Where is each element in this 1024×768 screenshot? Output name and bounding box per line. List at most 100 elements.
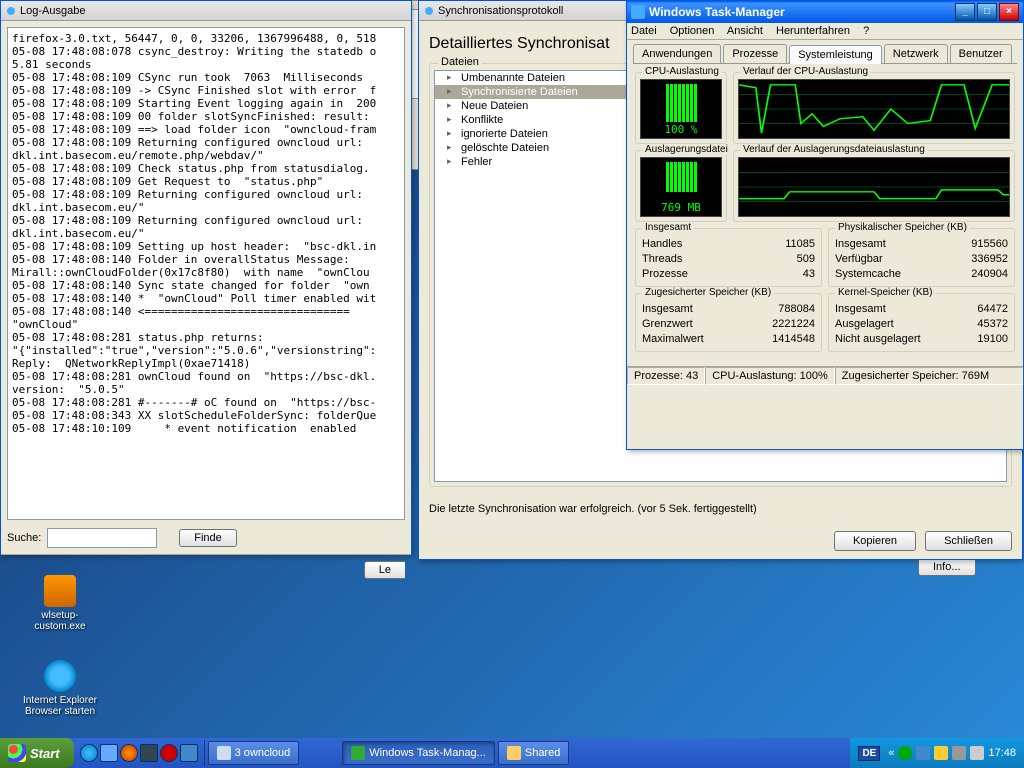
minimize-button[interactable]: _ bbox=[955, 3, 975, 21]
window-title: Synchronisationsprotokoll bbox=[438, 5, 563, 17]
ql-desktop-icon[interactable] bbox=[100, 744, 118, 762]
label: Insgesamt bbox=[835, 237, 886, 252]
tray-icon[interactable] bbox=[898, 746, 912, 760]
label: Insgesamt bbox=[642, 302, 693, 317]
label: Auslagerungsdatei bbox=[642, 144, 731, 155]
commit-box: Zugesicherter Speicher (KB) Insgesamt788… bbox=[635, 293, 822, 352]
value: 45372 bbox=[977, 317, 1008, 332]
label: Kernel-Speicher (KB) bbox=[835, 287, 935, 298]
value: 1414548 bbox=[772, 332, 815, 347]
taskbar: Start 3 owncloud Windows Task-Manag... S… bbox=[0, 738, 1024, 768]
language-indicator[interactable]: DE bbox=[858, 746, 880, 761]
label: Insgesamt bbox=[835, 302, 886, 317]
tray-icon[interactable] bbox=[916, 746, 930, 760]
tray-icon[interactable] bbox=[952, 746, 966, 760]
maximize-button[interactable]: □ bbox=[977, 3, 997, 21]
value: 336952 bbox=[971, 252, 1008, 267]
quick-launch bbox=[74, 740, 205, 766]
label: Shared bbox=[525, 747, 560, 759]
menu-options[interactable]: Optionen bbox=[670, 25, 715, 37]
label: Verlauf der CPU-Auslastung bbox=[740, 66, 871, 77]
status-processes: Prozesse: 43 bbox=[627, 367, 705, 385]
ie-icon bbox=[44, 660, 76, 692]
desktop-icon-label: Internet Explorer Browser starten bbox=[20, 695, 100, 717]
tab-bar: Anwendungen Prozesse Systemleistung Netz… bbox=[633, 44, 1017, 64]
folder-icon bbox=[507, 746, 521, 760]
taskmgr-icon bbox=[351, 746, 365, 760]
window-title: Windows Task-Manager bbox=[649, 5, 785, 19]
info-button[interactable]: Info... bbox=[918, 558, 976, 576]
label: Threads bbox=[642, 252, 682, 267]
tab-applications[interactable]: Anwendungen bbox=[633, 44, 721, 63]
label: Prozesse bbox=[642, 267, 688, 282]
value: 19100 bbox=[977, 332, 1008, 347]
value: 240904 bbox=[971, 267, 1008, 282]
titlebar[interactable]: Log-Ausgabe bbox=[1, 1, 411, 21]
tray-volume-icon[interactable] bbox=[970, 746, 984, 760]
totals-box: Insgesamt Handles11085 Threads509 Prozes… bbox=[635, 228, 822, 287]
taskbar-item-taskmgr[interactable]: Windows Task-Manag... bbox=[342, 741, 495, 765]
label: CPU-Auslastung bbox=[642, 66, 722, 77]
pagefile-value: 769 MB bbox=[641, 201, 721, 214]
label: Verlauf der Auslagerungsdateiauslastung bbox=[740, 144, 928, 155]
search-label: Suche: bbox=[7, 532, 41, 544]
tab-performance[interactable]: Systemleistung bbox=[789, 45, 882, 64]
tray-expand-icon[interactable]: « bbox=[888, 747, 894, 759]
menu-view[interactable]: Ansicht bbox=[727, 25, 763, 37]
value: 43 bbox=[803, 267, 815, 282]
tray-icon[interactable] bbox=[934, 746, 948, 760]
groupbox-legend: Dateien bbox=[438, 56, 482, 68]
kernel-box: Kernel-Speicher (KB) Insgesamt64472 Ausg… bbox=[828, 293, 1015, 352]
label: Insgesamt bbox=[642, 222, 694, 233]
status-memory: Zugesicherter Speicher: 769M bbox=[835, 367, 1023, 385]
start-button[interactable]: Start bbox=[0, 738, 74, 768]
taskbar-item-shared[interactable]: Shared bbox=[498, 741, 569, 765]
label: Systemcache bbox=[835, 267, 901, 282]
window-title: Log-Ausgabe bbox=[20, 5, 85, 17]
label: 3 owncloud bbox=[235, 747, 291, 759]
menu-help[interactable]: ? bbox=[863, 25, 869, 37]
menu-file[interactable]: Datei bbox=[631, 25, 657, 37]
value: 2221224 bbox=[772, 317, 815, 332]
physmem-box: Physikalischer Speicher (KB) Insgesamt91… bbox=[828, 228, 1015, 287]
label: Zugesicherter Speicher (KB) bbox=[642, 287, 774, 298]
start-label: Start bbox=[30, 746, 60, 761]
value: 11085 bbox=[785, 237, 815, 252]
value: 915560 bbox=[971, 237, 1008, 252]
menu-shutdown[interactable]: Herunterfahren bbox=[776, 25, 850, 37]
log-window: Log-Ausgabe firefox-3.0.txt, 56447, 0, 0… bbox=[0, 0, 412, 555]
label: Ausgelagert bbox=[835, 317, 894, 332]
tab-network[interactable]: Netzwerk bbox=[884, 44, 948, 63]
close-button[interactable]: × bbox=[999, 3, 1019, 21]
copy-button[interactable]: Kopieren bbox=[834, 531, 916, 551]
value: 509 bbox=[797, 252, 815, 267]
titlebar[interactable]: Windows Task-Manager _ □ × bbox=[627, 1, 1023, 23]
status-cpu: CPU-Auslastung: 100% bbox=[705, 367, 835, 385]
label: Maximalwert bbox=[642, 332, 704, 347]
task-manager-window: Windows Task-Manager _ □ × Datei Optione… bbox=[626, 0, 1024, 450]
ql-ie-icon[interactable] bbox=[80, 744, 98, 762]
label: Nicht ausgelagert bbox=[835, 332, 921, 347]
desktop-icon-ie[interactable]: Internet Explorer Browser starten bbox=[20, 660, 100, 717]
ql-db-icon[interactable] bbox=[140, 744, 158, 762]
cpu-history-graph bbox=[738, 79, 1010, 139]
label: Grenzwert bbox=[642, 317, 693, 332]
le-button[interactable]: Le bbox=[364, 561, 405, 579]
ql-firefox-icon[interactable] bbox=[120, 744, 138, 762]
label: Physikalischer Speicher (KB) bbox=[835, 222, 970, 233]
sync-status-text: Die letzte Synchronisation war erfolgrei… bbox=[429, 503, 1012, 515]
label: Windows Task-Manag... bbox=[369, 747, 486, 759]
ql-opera-icon[interactable] bbox=[160, 744, 178, 762]
tab-users[interactable]: Benutzer bbox=[950, 44, 1012, 63]
close-button[interactable]: Schließen bbox=[925, 531, 1012, 551]
clock[interactable]: 17:48 bbox=[988, 747, 1016, 759]
find-button[interactable]: Finde bbox=[179, 529, 237, 547]
value: 788084 bbox=[778, 302, 815, 317]
taskbar-item-owncloud[interactable]: 3 owncloud bbox=[208, 741, 300, 765]
tab-processes[interactable]: Prozesse bbox=[723, 44, 787, 63]
desktop-icon-label: wlsetup-custom.exe bbox=[20, 610, 100, 632]
ql-app-icon[interactable] bbox=[180, 744, 198, 762]
value: 64472 bbox=[977, 302, 1008, 317]
log-textarea[interactable]: firefox-3.0.txt, 56447, 0, 0, 33206, 136… bbox=[7, 27, 405, 520]
search-input[interactable] bbox=[47, 528, 157, 548]
